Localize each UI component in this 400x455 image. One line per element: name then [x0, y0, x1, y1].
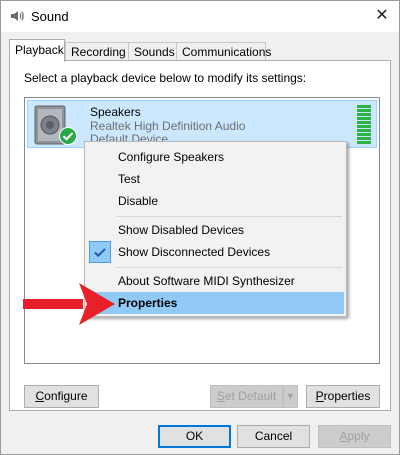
menu-item-disable[interactable]: Disable — [87, 190, 344, 212]
cancel-button[interactable]: Cancel — [237, 425, 310, 448]
level-bar — [357, 125, 371, 128]
level-bar — [357, 105, 371, 108]
device-name: Speakers — [90, 105, 141, 119]
default-check-icon — [59, 127, 77, 145]
close-icon: ✕ — [375, 7, 389, 24]
menu-item-configure-speakers[interactable]: Configure Speakers — [87, 146, 344, 168]
menu-item-about-midi[interactable]: About Software MIDI Synthesizer — [87, 270, 344, 292]
volume-level-meter — [357, 105, 371, 145]
menu-item-test[interactable]: Test — [87, 168, 344, 190]
window-title: Sound — [31, 9, 69, 24]
set-default-button[interactable]: Set Default — [210, 385, 283, 408]
level-bar — [357, 137, 371, 140]
level-bar — [357, 133, 371, 136]
tab-sounds[interactable]: Sounds — [128, 42, 177, 61]
apply-button[interactable]: Apply — [318, 425, 391, 448]
level-bar — [357, 141, 371, 144]
tab-playback[interactable]: Playback — [9, 39, 65, 62]
menu-item-show-disabled-devices[interactable]: Show Disabled Devices — [87, 219, 344, 241]
menu-item-show-disconnected-devices[interactable]: Show Disconnected Devices — [87, 241, 344, 263]
tab-recording[interactable]: Recording — [65, 42, 129, 61]
context-menu: Configure Speakers Test Disable Show Dis… — [84, 141, 347, 317]
instruction-text: Select a playback device below to modify… — [24, 71, 307, 85]
menu-item-properties[interactable]: Properties — [87, 292, 344, 314]
level-bar — [357, 129, 371, 132]
properties-button[interactable]: Properties — [306, 385, 380, 408]
tab-communications[interactable]: Communications — [176, 42, 271, 61]
menu-separator — [116, 267, 342, 268]
configure-button[interactable]: Configure — [24, 385, 99, 408]
title-bar: Sound ✕ — [1, 1, 399, 32]
speaker-icon — [11, 11, 24, 21]
level-bar — [357, 121, 371, 124]
level-bar — [357, 117, 371, 120]
chevron-down-icon: ▼ — [286, 391, 295, 401]
level-bar — [357, 113, 371, 116]
device-driver: Realtek High Definition Audio — [90, 119, 246, 133]
level-bar — [357, 109, 371, 112]
menu-separator — [116, 216, 342, 217]
sound-dialog: Sound ✕ Playback Recording Sounds Commun… — [0, 0, 400, 455]
set-default-dropdown[interactable]: ▼ — [283, 385, 298, 408]
red-arrow-icon — [23, 283, 115, 325]
close-button[interactable]: ✕ — [369, 4, 395, 28]
checkmark-icon — [89, 241, 111, 263]
ok-button[interactable]: OK — [158, 425, 231, 448]
